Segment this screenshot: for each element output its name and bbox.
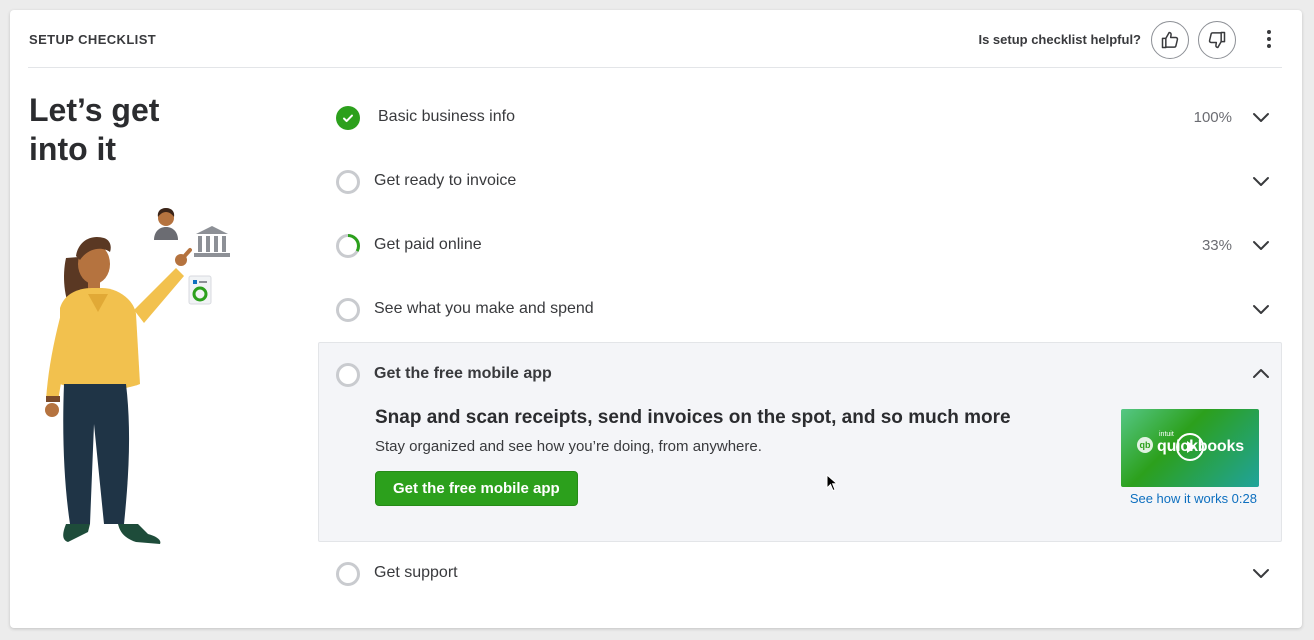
thumbs-down-icon [1208, 31, 1226, 49]
more-options-button[interactable] [1262, 28, 1276, 50]
receipt-icon [188, 275, 212, 305]
mobile-app-subtext: Stay organized and see how you’re doing,… [375, 438, 762, 455]
checklist-item-label: Get support [374, 564, 458, 581]
chevron-down-icon[interactable] [1252, 302, 1270, 316]
person-icon [154, 208, 178, 240]
chevron-down-icon[interactable] [1252, 174, 1270, 188]
chevron-down-icon[interactable] [1252, 238, 1270, 252]
checklist-title: SETUP CHECKLIST [29, 32, 157, 47]
thumbs-up-icon [1161, 31, 1179, 49]
checklist-item-basic-business-info[interactable]: Basic business info 100% [318, 86, 1282, 150]
status-in-progress [336, 234, 360, 258]
video-brand-prefix: intuit [1159, 431, 1174, 438]
checklist-item-mobile-app[interactable]: Get the free mobile app Snap and scan re… [318, 342, 1282, 542]
hero-title: Let’s get into it [29, 91, 229, 169]
mobile-app-details: Snap and scan receipts, send invoices on… [375, 407, 1075, 506]
progress-percent: 33% [1201, 237, 1232, 254]
status-not-started [336, 562, 360, 586]
checklist: Basic business info 100% Get ready to in… [318, 86, 1282, 606]
checklist-item-label: Basic business info [378, 108, 515, 125]
mobile-app-headline: Snap and scan receipts, send invoices on… [375, 407, 1011, 428]
card-header: SETUP CHECKLIST Is setup checklist helpf… [28, 10, 1282, 68]
checklist-item-label: See what you make and spend [374, 300, 594, 317]
hero-title-line2: into it [29, 131, 117, 167]
checklist-item-label: Get ready to invoice [374, 172, 517, 189]
status-not-started [336, 363, 360, 387]
helpful-question: Is setup checklist helpful? [978, 32, 1141, 47]
see-how-it-works-link[interactable]: See how it works 0:28 [1130, 491, 1257, 506]
checklist-item-see-what-you-make[interactable]: See what you make and spend [318, 278, 1282, 342]
get-mobile-app-button[interactable]: Get the free mobile app [375, 471, 578, 506]
setup-checklist-card: SETUP CHECKLIST Is setup checklist helpf… [10, 10, 1302, 628]
bank-icon [194, 226, 230, 257]
chevron-down-icon[interactable] [1252, 566, 1270, 580]
thumbs-down-button[interactable] [1198, 21, 1236, 59]
checklist-item-label: Get the free mobile app [374, 365, 552, 382]
chevron-down-icon[interactable] [1252, 110, 1270, 124]
status-not-started [336, 298, 360, 322]
checklist-item-get-ready-to-invoice[interactable]: Get ready to invoice [318, 150, 1282, 214]
status-not-started [336, 170, 360, 194]
chevron-up-icon[interactable] [1252, 367, 1270, 381]
progress-ring-icon [336, 234, 360, 258]
mouse-cursor-icon [826, 474, 838, 492]
checklist-item-label: Get paid online [374, 236, 482, 253]
more-vertical-icon [1267, 30, 1271, 34]
checklist-item-get-paid-online[interactable]: Get paid online 33% [318, 214, 1282, 278]
video-thumbnail[interactable]: qb intuit quickbooks [1121, 409, 1259, 487]
hero-title-line1: Let’s get [29, 92, 160, 128]
check-icon [336, 106, 360, 130]
checklist-item-get-support[interactable]: Get support [318, 542, 1282, 606]
status-complete [336, 106, 360, 130]
thumbs-up-button[interactable] [1151, 21, 1189, 59]
play-icon[interactable] [1176, 433, 1204, 461]
quickbooks-logo-icon: qb [1137, 437, 1153, 453]
woman-pointing-illustration [45, 208, 230, 544]
progress-percent: 100% [1193, 109, 1232, 126]
